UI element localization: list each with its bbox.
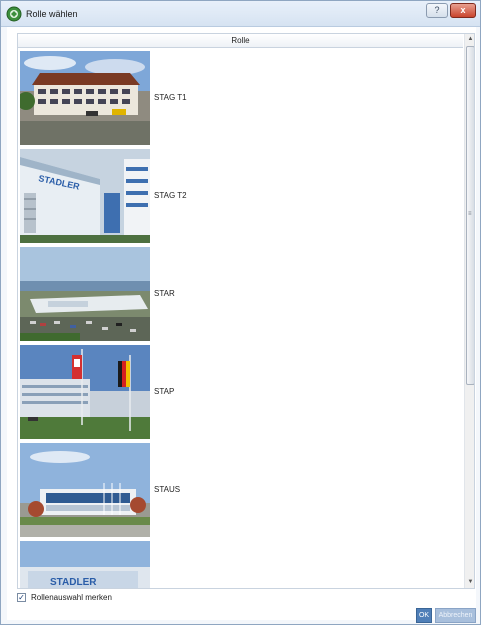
role-image [20, 247, 150, 341]
role-rows: STAG T1 STADLER STAG T2 STAR STAP STAUS … [18, 49, 463, 588]
role-label: STAR [154, 289, 175, 298]
role-image [20, 443, 150, 537]
app-icon [6, 6, 22, 22]
role-image [20, 51, 150, 145]
list-item[interactable]: STADLER [18, 539, 463, 588]
cancel-button[interactable]: Abbrechen [435, 608, 476, 623]
scroll-up-icon[interactable]: ▲ [465, 34, 474, 45]
remember-label: Rollenauswahl merken [31, 593, 112, 602]
scroll-down-icon[interactable]: ▼ [465, 577, 474, 588]
help-button[interactable]: ? [426, 3, 448, 18]
role-label: STAUS [154, 485, 181, 494]
list-item[interactable]: STADLER [18, 147, 463, 244]
role-label: STAP [154, 387, 175, 396]
column-header-role[interactable]: Rolle [18, 34, 463, 48]
window-title: Rolle wählen [26, 9, 78, 19]
close-button[interactable]: x [450, 3, 476, 18]
grip-icon: ≡ [468, 211, 472, 217]
list-item[interactable]: STAP [18, 343, 463, 440]
title-bar[interactable]: Rolle wählen ? x [1, 1, 480, 27]
building-sign-text: STADLER [50, 577, 97, 588]
role-label: STAG T1 [154, 93, 187, 102]
ok-button[interactable]: OK [416, 608, 432, 623]
role-list[interactable]: Rolle STAG T1 STADLER STAG T2 STAR STAP … [17, 33, 475, 589]
vertical-scrollbar[interactable]: ▲ ≡ ▼ [464, 34, 474, 588]
list-item[interactable]: STAUS [18, 441, 463, 538]
role-image: STADLER [20, 541, 150, 588]
role-image: STADLER [20, 149, 150, 243]
list-item[interactable]: STAG T1 [18, 49, 463, 146]
role-image [20, 345, 150, 439]
dialog-body: Rolle STAG T1 STADLER STAG T2 STAR STAP … [7, 27, 476, 623]
role-label: STAG T2 [154, 191, 187, 200]
list-item[interactable]: STAR [18, 245, 463, 342]
scrollbar-thumb[interactable]: ≡ [466, 46, 474, 385]
role-select-dialog: Rolle wählen ? x Rolle STAG T1 STADLER S… [0, 0, 481, 625]
remember-checkbox[interactable]: ✓ [17, 593, 26, 602]
